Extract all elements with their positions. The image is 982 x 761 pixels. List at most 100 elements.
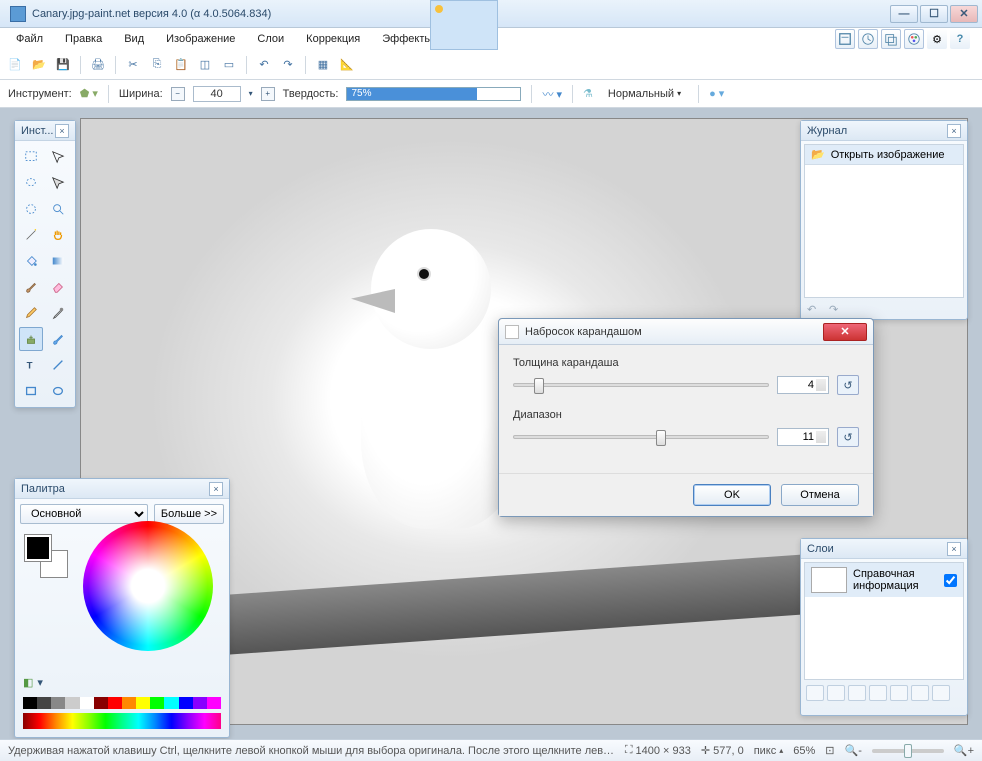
- tool-move-selection[interactable]: [46, 145, 70, 169]
- dialog-close-button[interactable]: ✕: [823, 323, 867, 341]
- print-icon[interactable]: 🖨: [89, 56, 107, 74]
- layer-down[interactable]: [911, 685, 929, 701]
- antialias-icon[interactable]: 〰 ▾: [542, 86, 562, 102]
- crop-icon[interactable]: ◫: [196, 56, 214, 74]
- menu-file[interactable]: Файл: [6, 31, 53, 47]
- layers-window-toggle[interactable]: [881, 29, 901, 49]
- color-strip[interactable]: [23, 713, 221, 729]
- tool-line[interactable]: [46, 353, 70, 377]
- history-window-toggle[interactable]: [858, 29, 878, 49]
- grid-icon[interactable]: ▦: [314, 56, 332, 74]
- history-panel-close[interactable]: ×: [947, 124, 961, 138]
- main-toolbar: 📄 📂 💾 🖨 ✂ ⎘ 📋 ◫ ▭ ↶ ↷ ▦ 📐: [0, 50, 982, 80]
- layer-merge[interactable]: [869, 685, 887, 701]
- layer-add[interactable]: [806, 685, 824, 701]
- tool-text[interactable]: T: [19, 353, 43, 377]
- tool-zoom[interactable]: [46, 197, 70, 221]
- range-reset[interactable]: ↺: [837, 427, 859, 447]
- redo-icon[interactable]: ↷: [279, 56, 297, 74]
- palette-manage-icon[interactable]: ▾: [37, 676, 43, 689]
- width-value[interactable]: 40: [193, 86, 241, 102]
- history-undo[interactable]: ↶: [807, 303, 825, 319]
- pencil-size-value[interactable]: 4: [777, 376, 829, 394]
- settings-icon[interactable]: ⚙: [927, 29, 947, 49]
- width-increment[interactable]: +: [261, 87, 275, 101]
- hardness-slider[interactable]: 75%: [346, 87, 521, 101]
- colors-window-toggle[interactable]: [904, 29, 924, 49]
- colors-panel-close[interactable]: ×: [209, 482, 223, 496]
- tool-rect-select[interactable]: [19, 145, 43, 169]
- pencil-sketch-dialog: Набросок карандашом ✕ Толщина карандаша …: [498, 318, 874, 517]
- zoom-in-icon[interactable]: 🔍+: [954, 744, 974, 757]
- tool-ellipse-select[interactable]: [19, 197, 43, 221]
- colors-more-button[interactable]: Больше >>: [154, 504, 224, 524]
- close-button[interactable]: ✕: [950, 5, 978, 23]
- copy-icon[interactable]: ⎘: [148, 56, 166, 74]
- zoom-out-icon[interactable]: 🔍-: [845, 744, 862, 757]
- menu-image[interactable]: Изображение: [156, 31, 245, 47]
- color-swatches[interactable]: [25, 535, 67, 577]
- save-icon[interactable]: 💾: [54, 56, 72, 74]
- minimize-button[interactable]: —: [890, 5, 918, 23]
- cut-icon[interactable]: ✂: [124, 56, 142, 74]
- zoom-level[interactable]: 65%: [793, 745, 815, 757]
- layer-row[interactable]: Справочная информация: [805, 563, 963, 597]
- tool-rect[interactable]: [19, 379, 43, 403]
- layer-props[interactable]: [932, 685, 950, 701]
- unit-selector[interactable]: пикс▴: [754, 745, 784, 757]
- palette-add-icon[interactable]: ◧: [23, 676, 33, 689]
- document-thumbnail[interactable]: [430, 0, 498, 50]
- width-decrement[interactable]: −: [171, 87, 185, 101]
- ruler-icon[interactable]: 📐: [338, 56, 356, 74]
- undo-icon[interactable]: ↶: [255, 56, 273, 74]
- layer-visible-checkbox[interactable]: [944, 574, 957, 587]
- tool-recolor[interactable]: [46, 327, 70, 351]
- range-slider[interactable]: [513, 435, 769, 439]
- tool-paint-bucket[interactable]: [19, 249, 43, 273]
- color-target-dropdown[interactable]: Основной: [20, 504, 148, 524]
- maximize-button[interactable]: ☐: [920, 5, 948, 23]
- history-redo[interactable]: ↷: [829, 303, 847, 319]
- tool-move-pixels[interactable]: [46, 171, 70, 195]
- tool-eraser[interactable]: [46, 275, 70, 299]
- layers-panel-close[interactable]: ×: [947, 542, 961, 556]
- tool-pan[interactable]: [46, 223, 70, 247]
- dialog-titlebar[interactable]: Набросок карандашом ✕: [499, 319, 873, 345]
- zoom-fit-icon[interactable]: ⊡: [825, 744, 834, 757]
- paste-icon[interactable]: 📋: [172, 56, 190, 74]
- color-wheel[interactable]: [83, 521, 213, 651]
- menu-view[interactable]: Вид: [114, 31, 154, 47]
- layer-delete[interactable]: [827, 685, 845, 701]
- new-file-icon[interactable]: 📄: [6, 56, 24, 74]
- pencil-size-slider[interactable]: [513, 383, 769, 387]
- help-icon[interactable]: ?: [950, 29, 970, 49]
- deselect-icon[interactable]: ▭: [220, 56, 238, 74]
- blend-mode-dropdown[interactable]: Нормальный▾: [601, 85, 688, 103]
- open-file-icon[interactable]: 📂: [30, 56, 48, 74]
- tools-panel-close[interactable]: ×: [55, 124, 69, 138]
- zoom-slider[interactable]: [872, 749, 944, 753]
- range-label: Диапазон: [513, 409, 859, 421]
- history-item[interactable]: 📂 Открыть изображение: [805, 145, 963, 165]
- tool-ellipse[interactable]: [46, 379, 70, 403]
- tool-clone-stamp[interactable]: [19, 327, 43, 351]
- pencil-size-reset[interactable]: ↺: [837, 375, 859, 395]
- tool-pencil[interactable]: [19, 301, 43, 325]
- menu-layers[interactable]: Слои: [247, 31, 294, 47]
- menu-edit[interactable]: Правка: [55, 31, 112, 47]
- menu-adjust[interactable]: Коррекция: [296, 31, 370, 47]
- range-value[interactable]: 11: [777, 428, 829, 446]
- dialog-cancel-button[interactable]: Отмена: [781, 484, 859, 506]
- dialog-ok-button[interactable]: OK: [693, 484, 771, 506]
- tools-window-toggle[interactable]: [835, 29, 855, 49]
- layer-up[interactable]: [890, 685, 908, 701]
- tool-magic-wand[interactable]: [19, 223, 43, 247]
- fill-mode-icon[interactable]: ● ▾: [709, 87, 724, 100]
- tool-lasso[interactable]: [19, 171, 43, 195]
- tool-options-bar: Инструмент: ⬟ ▾ Ширина: − 40 ▾ + Твердос…: [0, 80, 982, 108]
- tool-brush[interactable]: [19, 275, 43, 299]
- layer-duplicate[interactable]: [848, 685, 866, 701]
- tool-color-picker[interactable]: [46, 301, 70, 325]
- current-tool-icon[interactable]: ⬟ ▾: [80, 87, 98, 100]
- tool-gradient[interactable]: [46, 249, 70, 273]
